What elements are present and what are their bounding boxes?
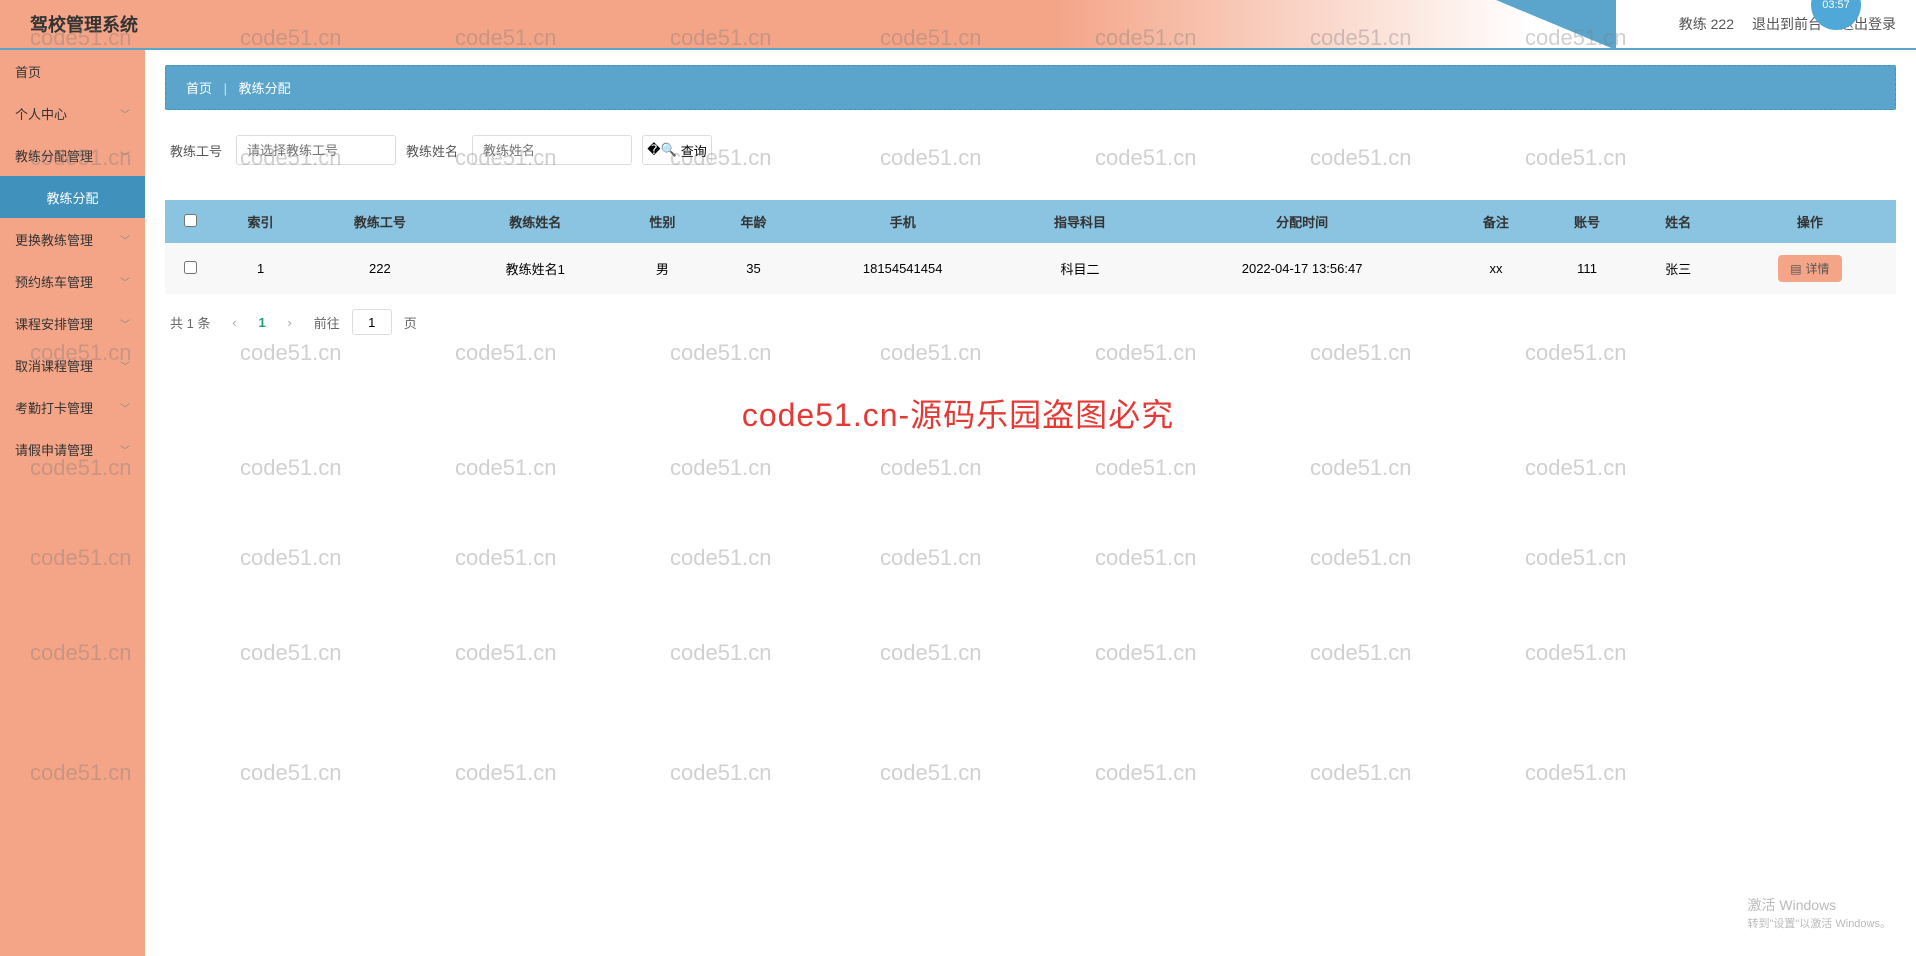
sidebar-item-3[interactable]: 教练分配 — [0, 176, 145, 218]
chevron-down-icon: ﹀ — [120, 442, 130, 457]
chevron-down-icon: ﹀ — [120, 400, 130, 415]
coach-id-label: 教练工号 — [170, 141, 222, 160]
coach-name-label: 教练姓名 — [406, 141, 458, 160]
sidebar-item-label: 取消课程管理 — [15, 356, 93, 375]
table-header-cell: 账号 — [1542, 200, 1633, 243]
table-cell: xx — [1450, 243, 1541, 294]
table-header-cell: 备注 — [1450, 200, 1541, 243]
header-actions: 教练 222 退出到前台 退出登录 — [1679, 14, 1896, 34]
sidebar-item-label: 教练分配管理 — [15, 146, 93, 165]
goto-label: 前往 — [314, 313, 340, 332]
row-checkbox[interactable] — [184, 261, 197, 274]
table-header-cell: 指导科目 — [1006, 200, 1154, 243]
table-header-cell: 操作 — [1724, 200, 1896, 243]
table-cell: 111 — [1542, 243, 1633, 294]
app-title: 驾校管理系统 — [30, 11, 138, 37]
table-header-cell: 索引 — [215, 200, 306, 243]
table-header-cell: 年龄 — [708, 200, 799, 243]
pagination-total: 共 1 条 — [170, 313, 210, 332]
breadcrumb-current: 教练分配 — [239, 81, 291, 96]
table-cell: 35 — [708, 243, 799, 294]
table-header-cell: 手机 — [799, 200, 1006, 243]
next-page-button[interactable]: › — [278, 310, 302, 334]
app-header: 驾校管理系统 03:57 教练 222 退出到前台 退出登录 — [0, 0, 1916, 50]
sidebar-item-label: 首页 — [15, 62, 41, 81]
sidebar-item-8[interactable]: 考勤打卡管理 ﹀ — [0, 386, 145, 428]
select-all-checkbox[interactable] — [184, 214, 197, 227]
table-cell: 2022-04-17 13:56:47 — [1154, 243, 1451, 294]
sidebar-item-label: 预约练车管理 — [15, 272, 93, 291]
sidebar-item-6[interactable]: 课程安排管理 ﹀ — [0, 302, 145, 344]
activate-windows: 激活 Windows 转到"设置"以激活 Windows。 — [1748, 895, 1892, 931]
breadcrumb-separator: | — [224, 81, 227, 96]
chevron-down-icon: ﹀ — [120, 106, 130, 121]
page-number[interactable]: 1 — [258, 315, 265, 330]
table-header-cell: 性别 — [617, 200, 708, 243]
user-label[interactable]: 教练 222 — [1679, 14, 1734, 34]
sidebar-item-label: 教练分配 — [46, 188, 98, 207]
sidebar-item-label: 请假申请管理 — [15, 440, 93, 459]
sidebar-item-2[interactable]: 教练分配管理 ﹀ — [0, 134, 145, 176]
goto-page-input[interactable] — [352, 309, 392, 335]
layout: 首页个人中心﹀教练分配管理﹀教练分配更换教练管理﹀预约练车管理﹀课程安排管理﹀取… — [0, 50, 1916, 956]
sidebar-item-9[interactable]: 请假申请管理 ﹀ — [0, 428, 145, 470]
table-cell: 222 — [306, 243, 454, 294]
table-cell: 科目二 — [1006, 243, 1154, 294]
activate-sub: 转到"设置"以激活 Windows。 — [1748, 915, 1892, 931]
chevron-down-icon: ﹀ — [120, 274, 130, 289]
detail-button[interactable]: ▤ 详情 — [1778, 255, 1841, 282]
sidebar-item-7[interactable]: 取消课程管理 ﹀ — [0, 344, 145, 386]
coach-name-input[interactable] — [472, 135, 632, 165]
breadcrumb-home[interactable]: 首页 — [186, 81, 212, 96]
sidebar: 首页个人中心﹀教练分配管理﹀教练分配更换教练管理﹀预约练车管理﹀课程安排管理﹀取… — [0, 50, 145, 956]
table-cell: 教练姓名1 — [454, 243, 617, 294]
table-header-cell: 教练工号 — [306, 200, 454, 243]
sidebar-item-4[interactable]: 更换教练管理 ﹀ — [0, 218, 145, 260]
sidebar-item-5[interactable]: 预约练车管理 ﹀ — [0, 260, 145, 302]
sidebar-item-label: 考勤打卡管理 — [15, 398, 93, 417]
table-cell: 男 — [617, 243, 708, 294]
table-row: 1222教练姓名1男3518154541454科目二2022-04-17 13:… — [165, 243, 1896, 294]
table-cell: 张三 — [1633, 243, 1724, 294]
main-content: 首页 | 教练分配 教练工号 教练姓名 �🔍 查询 索引教练工号教练姓名性别年龄… — [145, 50, 1916, 956]
table-header-cell: 姓名 — [1633, 200, 1724, 243]
sidebar-item-label: 更换教练管理 — [15, 230, 93, 249]
search-icon: �🔍 — [647, 142, 677, 158]
table-header-cell: 教练姓名 — [454, 200, 617, 243]
prev-page-button[interactable]: ‹ — [222, 310, 246, 334]
sidebar-item-label: 个人中心 — [15, 104, 67, 123]
exit-to-front-link[interactable]: 退出到前台 — [1752, 14, 1822, 34]
page-unit: 页 — [404, 313, 417, 332]
sidebar-item-0[interactable]: 首页 — [0, 50, 145, 92]
chevron-down-icon: ﹀ — [120, 148, 130, 163]
pagination: 共 1 条 ‹ 1 › 前往 页 — [165, 294, 1896, 350]
detail-icon: ▤ — [1790, 262, 1801, 276]
search-bar: 教练工号 教练姓名 �🔍 查询 — [165, 110, 1896, 180]
chevron-down-icon: ﹀ — [120, 232, 130, 247]
breadcrumb: 首页 | 教练分配 — [165, 65, 1896, 110]
coach-id-input[interactable] — [236, 135, 396, 165]
sidebar-item-label: 课程安排管理 — [15, 314, 93, 333]
table-cell: 18154541454 — [799, 243, 1006, 294]
query-button[interactable]: �🔍 查询 — [642, 135, 712, 165]
data-table: 索引教练工号教练姓名性别年龄手机指导科目分配时间备注账号姓名操作 1222教练姓… — [165, 200, 1896, 294]
chevron-down-icon: ﹀ — [120, 358, 130, 373]
detail-button-label: 详情 — [1806, 260, 1830, 277]
chevron-down-icon: ﹀ — [120, 316, 130, 331]
table-cell: 1 — [215, 243, 306, 294]
table-header-cell: 分配时间 — [1154, 200, 1451, 243]
query-button-label: 查询 — [681, 141, 707, 160]
activate-title: 激活 Windows — [1748, 895, 1892, 915]
sidebar-item-1[interactable]: 个人中心 ﹀ — [0, 92, 145, 134]
table-header-row: 索引教练工号教练姓名性别年龄手机指导科目分配时间备注账号姓名操作 — [165, 200, 1896, 243]
